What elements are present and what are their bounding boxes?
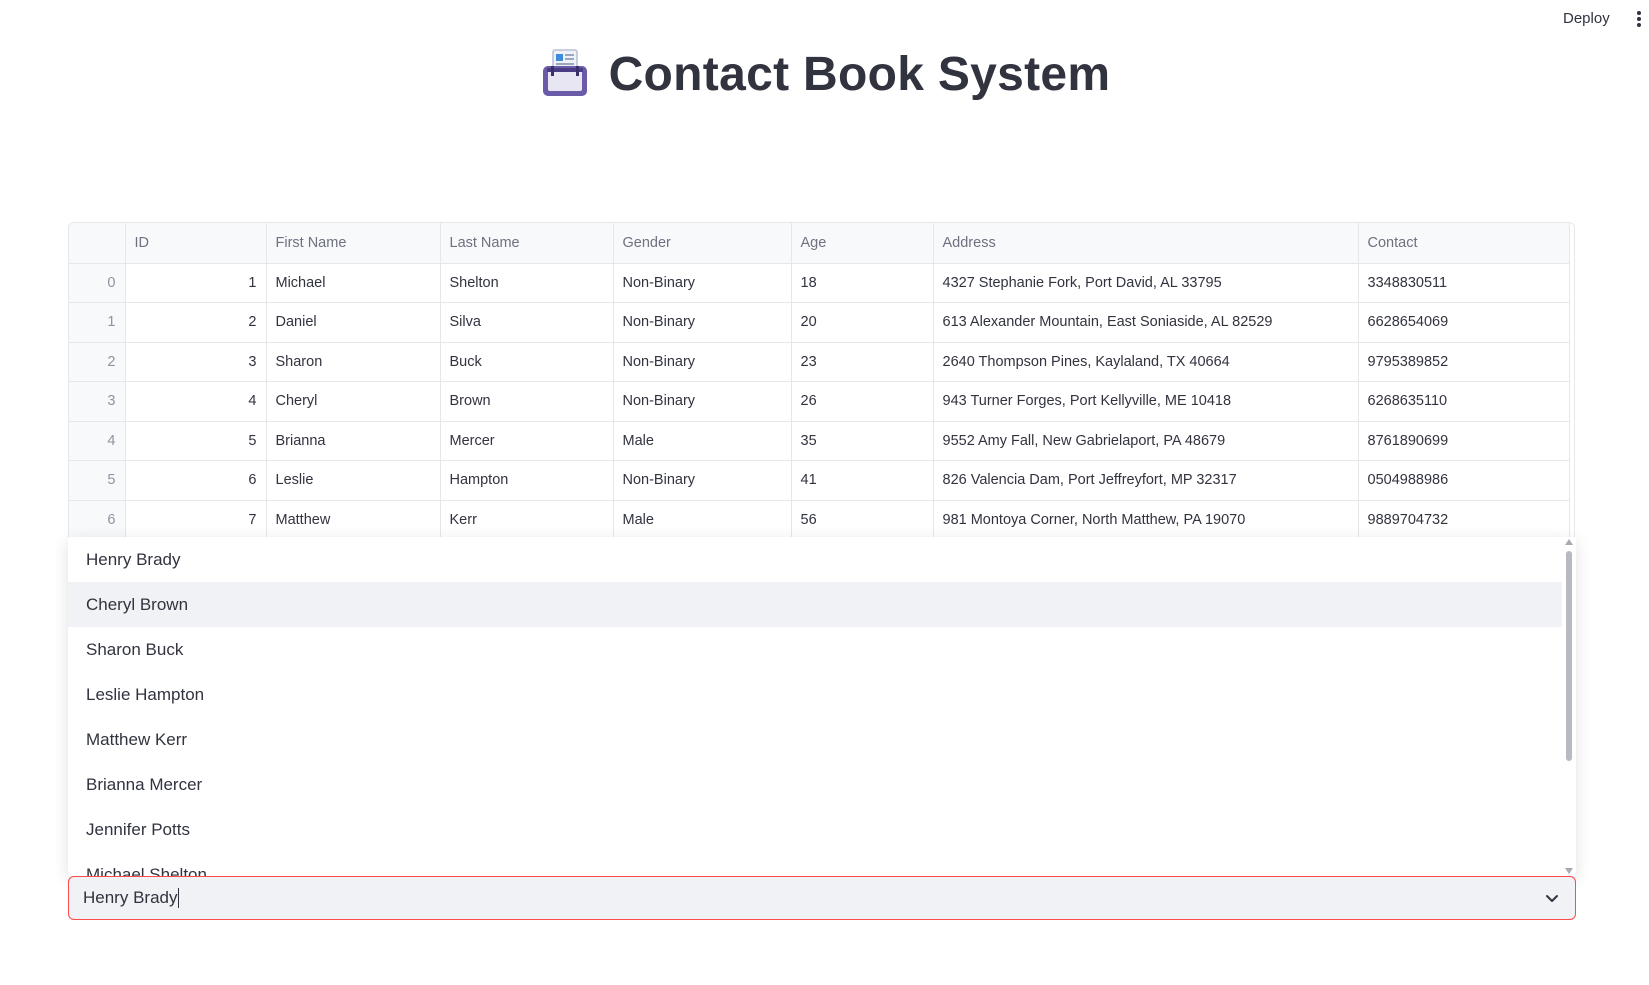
cell-gender[interactable]: Non-Binary	[613, 302, 792, 343]
row-index: 3	[69, 381, 126, 422]
column-header-first-name[interactable]: First Name	[266, 223, 441, 264]
row-index: 1	[69, 302, 126, 343]
scroll-down-arrow-icon[interactable]	[1565, 868, 1573, 874]
cell-address[interactable]: 613 Alexander Mountain, East Soniaside, …	[933, 302, 1359, 343]
column-header-address[interactable]: Address	[933, 223, 1359, 264]
cell-first-name[interactable]: Matthew	[266, 500, 441, 540]
text-cursor	[178, 888, 180, 908]
cell-contact[interactable]: 9795389852	[1358, 342, 1570, 382]
column-header-gender[interactable]: Gender	[613, 223, 792, 264]
card-index-icon	[542, 49, 587, 96]
row-index: 4	[69, 421, 126, 461]
cell-gender[interactable]: Non-Binary	[613, 381, 792, 422]
cell-first-name[interactable]: Michael	[266, 263, 441, 303]
select-input-value[interactable]: Henry Brady	[83, 888, 177, 908]
cell-last-name[interactable]: Kerr	[440, 500, 614, 540]
dropdown-scrollbar[interactable]	[1562, 537, 1576, 876]
dropdown-option[interactable]: Henry Brady	[68, 537, 1576, 582]
chevron-down-icon[interactable]	[1543, 889, 1561, 907]
cell-contact[interactable]: 0504988986	[1358, 460, 1570, 501]
cell-id[interactable]: 7	[125, 500, 267, 540]
cell-id[interactable]: 5	[125, 421, 267, 461]
table-header-row: ID First Name Last Name Gender Age Addre…	[69, 223, 1570, 264]
cell-last-name[interactable]: Buck	[440, 342, 614, 382]
cell-age[interactable]: 56	[791, 500, 934, 540]
deploy-button[interactable]: Deploy	[1563, 10, 1610, 27]
cell-age[interactable]: 41	[791, 460, 934, 501]
dropdown-option[interactable]: Michael Shelton	[68, 852, 1576, 877]
cell-first-name[interactable]: Brianna	[266, 421, 441, 461]
cell-address[interactable]: 981 Montoya Corner, North Matthew, PA 19…	[933, 500, 1359, 540]
cell-last-name[interactable]: Mercer	[440, 421, 614, 461]
cell-last-name[interactable]: Silva	[440, 302, 614, 343]
scrollbar-thumb[interactable]	[1566, 551, 1572, 761]
kebab-menu-icon[interactable]	[1637, 11, 1643, 27]
cell-gender[interactable]: Male	[613, 500, 792, 540]
cell-contact[interactable]: 6628654069	[1358, 302, 1570, 343]
cell-gender[interactable]: Male	[613, 421, 792, 461]
column-header-id[interactable]: ID	[125, 223, 267, 264]
cell-age[interactable]: 26	[791, 381, 934, 422]
cell-id[interactable]: 2	[125, 302, 267, 343]
row-index: 2	[69, 342, 126, 382]
cell-id[interactable]: 4	[125, 381, 267, 422]
app-header: Deploy	[0, 0, 1649, 40]
table-row[interactable]: 3 4 Cheryl Brown Non-Binary 26 943 Turne…	[69, 381, 1570, 422]
scroll-up-arrow-icon[interactable]	[1565, 539, 1573, 545]
column-header-last-name[interactable]: Last Name	[440, 223, 614, 264]
dropdown-option[interactable]: Matthew Kerr	[68, 717, 1576, 762]
cell-gender[interactable]: Non-Binary	[613, 342, 792, 382]
row-index: 5	[69, 460, 126, 501]
cell-address[interactable]: 9552 Amy Fall, New Gabrielaport, PA 4867…	[933, 421, 1359, 461]
cell-age[interactable]: 20	[791, 302, 934, 343]
cell-address[interactable]: 4327 Stephanie Fork, Port David, AL 3379…	[933, 263, 1359, 303]
cell-address[interactable]: 826 Valencia Dam, Port Jeffreyfort, MP 3…	[933, 460, 1359, 501]
dropdown-option[interactable]: Jennifer Potts	[68, 807, 1576, 852]
cell-last-name[interactable]: Hampton	[440, 460, 614, 501]
cell-id[interactable]: 3	[125, 342, 267, 382]
cell-gender[interactable]: Non-Binary	[613, 460, 792, 501]
row-index: 0	[69, 263, 126, 303]
contact-select-dropdown[interactable]: Henry Brady Cheryl Brown Sharon Buck Les…	[68, 537, 1576, 876]
page-title: Contact Book System	[608, 47, 1111, 101]
column-header-index[interactable]	[69, 223, 126, 264]
dropdown-option[interactable]: Leslie Hampton	[68, 672, 1576, 717]
cell-first-name[interactable]: Leslie	[266, 460, 441, 501]
column-header-contact[interactable]: Contact	[1358, 223, 1570, 264]
cell-address[interactable]: 943 Turner Forges, Port Kellyville, ME 1…	[933, 381, 1359, 422]
cell-age[interactable]: 23	[791, 342, 934, 382]
table-row[interactable]: 0 1 Michael Shelton Non-Binary 18 4327 S…	[69, 263, 1570, 303]
cell-contact[interactable]: 8761890699	[1358, 421, 1570, 461]
cell-contact[interactable]: 9889704732	[1358, 500, 1570, 540]
column-header-age[interactable]: Age	[791, 223, 934, 264]
cell-first-name[interactable]: Cheryl	[266, 381, 441, 422]
cell-last-name[interactable]: Brown	[440, 381, 614, 422]
cell-contact[interactable]: 3348830511	[1358, 263, 1570, 303]
dropdown-option-highlighted[interactable]: Cheryl Brown	[68, 582, 1576, 627]
table-row[interactable]: 6 7 Matthew Kerr Male 56 981 Montoya Cor…	[69, 500, 1570, 540]
dropdown-option[interactable]: Brianna Mercer	[68, 762, 1576, 807]
cell-address[interactable]: 2640 Thompson Pines, Kaylaland, TX 40664	[933, 342, 1359, 382]
cell-first-name[interactable]: Sharon	[266, 342, 441, 382]
cell-id[interactable]: 1	[125, 263, 267, 303]
row-index: 6	[69, 500, 126, 540]
cell-age[interactable]: 35	[791, 421, 934, 461]
page-header: Contact Book System	[0, 44, 1649, 104]
cell-age[interactable]: 18	[791, 263, 934, 303]
contact-select-input[interactable]: Henry Brady	[68, 876, 1576, 920]
cell-first-name[interactable]: Daniel	[266, 302, 441, 343]
dropdown-option[interactable]: Sharon Buck	[68, 627, 1576, 672]
table-row[interactable]: 1 2 Daniel Silva Non-Binary 20 613 Alexa…	[69, 302, 1570, 343]
cell-id[interactable]: 6	[125, 460, 267, 501]
contacts-table[interactable]: ID First Name Last Name Gender Age Addre…	[68, 222, 1575, 542]
table-row[interactable]: 5 6 Leslie Hampton Non-Binary 41 826 Val…	[69, 460, 1570, 501]
cell-gender[interactable]: Non-Binary	[613, 263, 792, 303]
cell-contact[interactable]: 6268635110	[1358, 381, 1570, 422]
table-row[interactable]: 2 3 Sharon Buck Non-Binary 23 2640 Thomp…	[69, 342, 1570, 382]
cell-last-name[interactable]: Shelton	[440, 263, 614, 303]
table-row[interactable]: 4 5 Brianna Mercer Male 35 9552 Amy Fall…	[69, 421, 1570, 461]
